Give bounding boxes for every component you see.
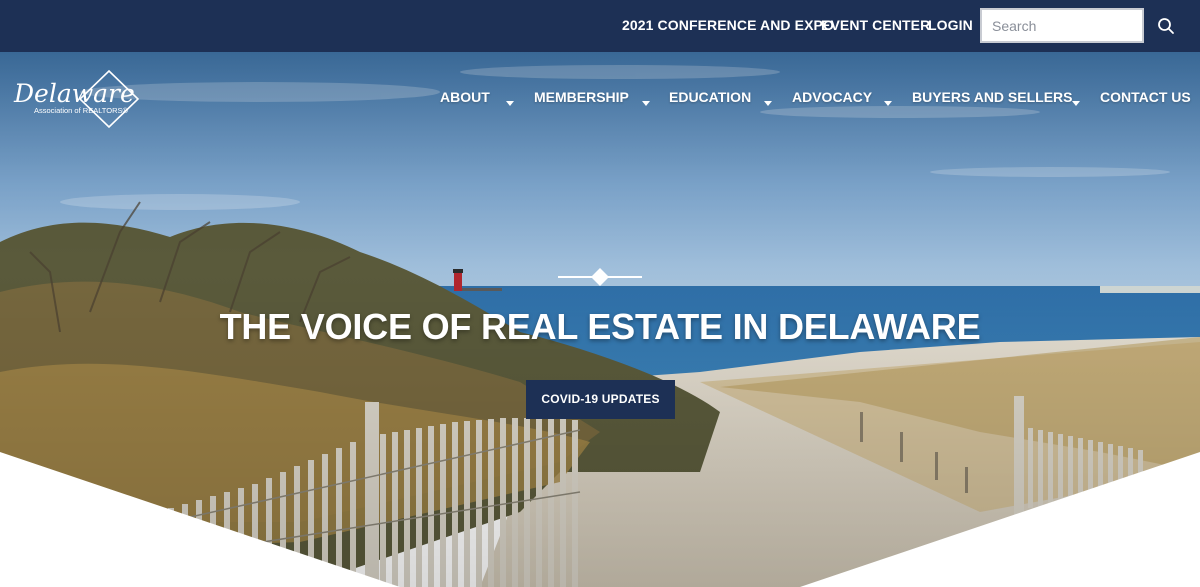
search-icon[interactable]	[1156, 16, 1176, 36]
nav-item-contact-us[interactable]: CONTACT US	[1100, 89, 1191, 105]
chevron-down-icon[interactable]	[642, 94, 650, 106]
delaware-realtors-logo[interactable]: Delaware Association of REALTORS®	[12, 69, 142, 129]
search-input[interactable]	[980, 8, 1144, 43]
hero-section: Delaware Association of REALTORS® ABOUT …	[0, 52, 1200, 587]
chevron-down-icon[interactable]	[1072, 94, 1080, 106]
chevron-down-icon[interactable]	[764, 94, 772, 106]
nav-item-membership[interactable]: MEMBERSHIP	[534, 89, 629, 105]
diamond-divider	[558, 268, 642, 286]
nav-item-buyers-and-sellers[interactable]: BUYERS AND SELLERS	[912, 89, 1073, 105]
chevron-down-icon[interactable]	[884, 94, 892, 106]
logo-script-text: Delaware	[13, 79, 135, 108]
top-utility-bar: 2021 CONFERENCE AND EXPO EVENT CENTER LO…	[0, 0, 1200, 52]
logo-subline-text: Association of REALTORS®	[34, 106, 129, 115]
nav-item-education[interactable]: EDUCATION	[669, 89, 751, 105]
nav-item-advocacy[interactable]: ADVOCACY	[792, 89, 872, 105]
hero-headline: THE VOICE OF REAL ESTATE IN DELAWARE	[219, 306, 981, 347]
event-center-link[interactable]: EVENT CENTER	[821, 17, 930, 33]
chevron-down-icon[interactable]	[506, 94, 514, 106]
conference-expo-link[interactable]: 2021 CONFERENCE AND EXPO	[622, 17, 834, 33]
login-link[interactable]: LOGIN	[928, 17, 973, 33]
covid-updates-button[interactable]: COVID-19 UPDATES	[526, 380, 675, 419]
nav-item-about[interactable]: ABOUT	[440, 89, 490, 105]
